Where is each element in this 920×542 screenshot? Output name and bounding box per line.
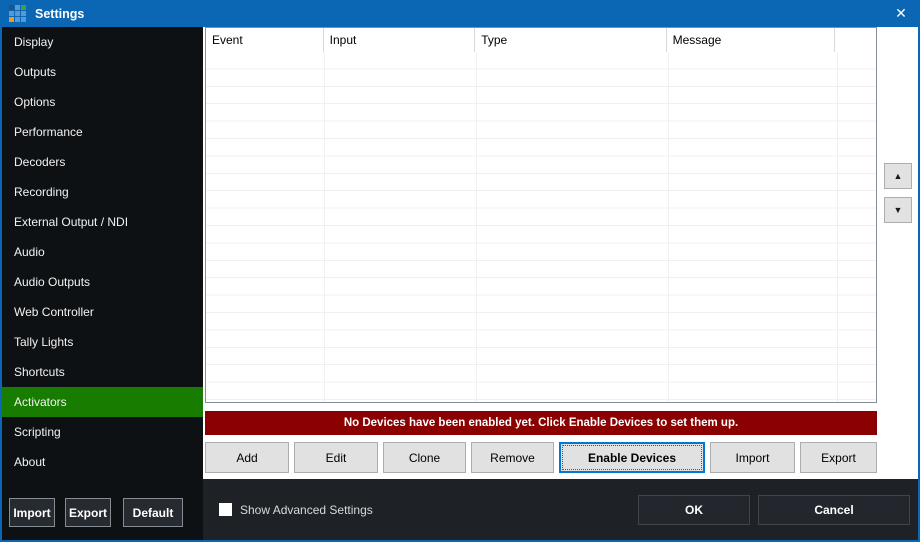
- edit-button[interactable]: Edit: [294, 442, 378, 473]
- show-advanced-label[interactable]: Show Advanced Settings: [240, 503, 373, 517]
- titlebar[interactable]: Settings ✕: [2, 0, 918, 27]
- sidebar-item-activators[interactable]: Activators: [2, 387, 203, 417]
- add-button[interactable]: Add: [205, 442, 289, 473]
- sidebar-item-shortcuts[interactable]: Shortcuts: [2, 357, 203, 387]
- cancel-button[interactable]: Cancel: [758, 495, 910, 525]
- close-icon[interactable]: ✕: [884, 0, 918, 27]
- remove-button[interactable]: Remove: [471, 442, 554, 473]
- move-up-button[interactable]: ▲: [884, 163, 912, 189]
- column-header-spacer: [835, 28, 876, 52]
- sidebar-item-display[interactable]: Display: [2, 27, 203, 57]
- export-button[interactable]: Export: [800, 442, 877, 473]
- settings-export-button[interactable]: Export: [65, 498, 111, 527]
- clone-button[interactable]: Clone: [383, 442, 466, 473]
- sidebar-item-options[interactable]: Options: [2, 87, 203, 117]
- sidebar-item-web-controller[interactable]: Web Controller: [2, 297, 203, 327]
- action-button-row: Add Edit Clone Remove Enable Devices Imp…: [205, 442, 877, 473]
- activators-panel: Event Input Type Message ▲ ▼ No: [203, 27, 918, 540]
- move-down-button[interactable]: ▼: [884, 197, 912, 223]
- sidebar-item-recording[interactable]: Recording: [2, 177, 203, 207]
- footer-bar: Show Advanced Settings OK Cancel: [203, 479, 918, 540]
- settings-default-button[interactable]: Default: [123, 498, 183, 527]
- vmix-logo-icon: [9, 5, 26, 22]
- ok-button[interactable]: OK: [638, 495, 750, 525]
- settings-window: Settings ✕ Display Outputs Options Perfo…: [0, 0, 920, 542]
- sidebar-item-decoders[interactable]: Decoders: [2, 147, 203, 177]
- sidebar: Display Outputs Options Performance Deco…: [2, 27, 203, 540]
- grid-line: [476, 52, 477, 402]
- activators-content: Event Input Type Message ▲ ▼ No: [203, 27, 918, 479]
- no-devices-banner: No Devices have been enabled yet. Click …: [205, 411, 877, 435]
- sidebar-item-about[interactable]: About: [2, 447, 203, 477]
- sidebar-item-tally-lights[interactable]: Tally Lights: [2, 327, 203, 357]
- settings-import-button[interactable]: Import: [9, 498, 55, 527]
- grid-line: [324, 52, 325, 402]
- events-table-body: [206, 52, 876, 402]
- column-header-type[interactable]: Type: [475, 28, 666, 52]
- grid-line: [668, 52, 669, 402]
- enable-devices-button[interactable]: Enable Devices: [559, 442, 705, 473]
- column-header-input[interactable]: Input: [324, 28, 476, 52]
- sidebar-item-audio[interactable]: Audio: [2, 237, 203, 267]
- sidebar-item-external-output-ndi[interactable]: External Output / NDI: [2, 207, 203, 237]
- events-table-header: Event Input Type Message: [206, 28, 876, 52]
- arrow-down-icon: ▼: [894, 205, 903, 215]
- import-button[interactable]: Import: [710, 442, 795, 473]
- sidebar-item-performance[interactable]: Performance: [2, 117, 203, 147]
- window-title: Settings: [35, 7, 84, 21]
- column-header-event[interactable]: Event: [206, 28, 324, 52]
- arrow-up-icon: ▲: [894, 171, 903, 181]
- show-advanced-checkbox[interactable]: [219, 503, 232, 516]
- events-table: Event Input Type Message: [205, 27, 877, 403]
- sidebar-item-outputs[interactable]: Outputs: [2, 57, 203, 87]
- grid-line: [837, 52, 838, 402]
- sidebar-item-scripting[interactable]: Scripting: [2, 417, 203, 447]
- sidebar-item-audio-outputs[interactable]: Audio Outputs: [2, 267, 203, 297]
- column-header-message[interactable]: Message: [667, 28, 835, 52]
